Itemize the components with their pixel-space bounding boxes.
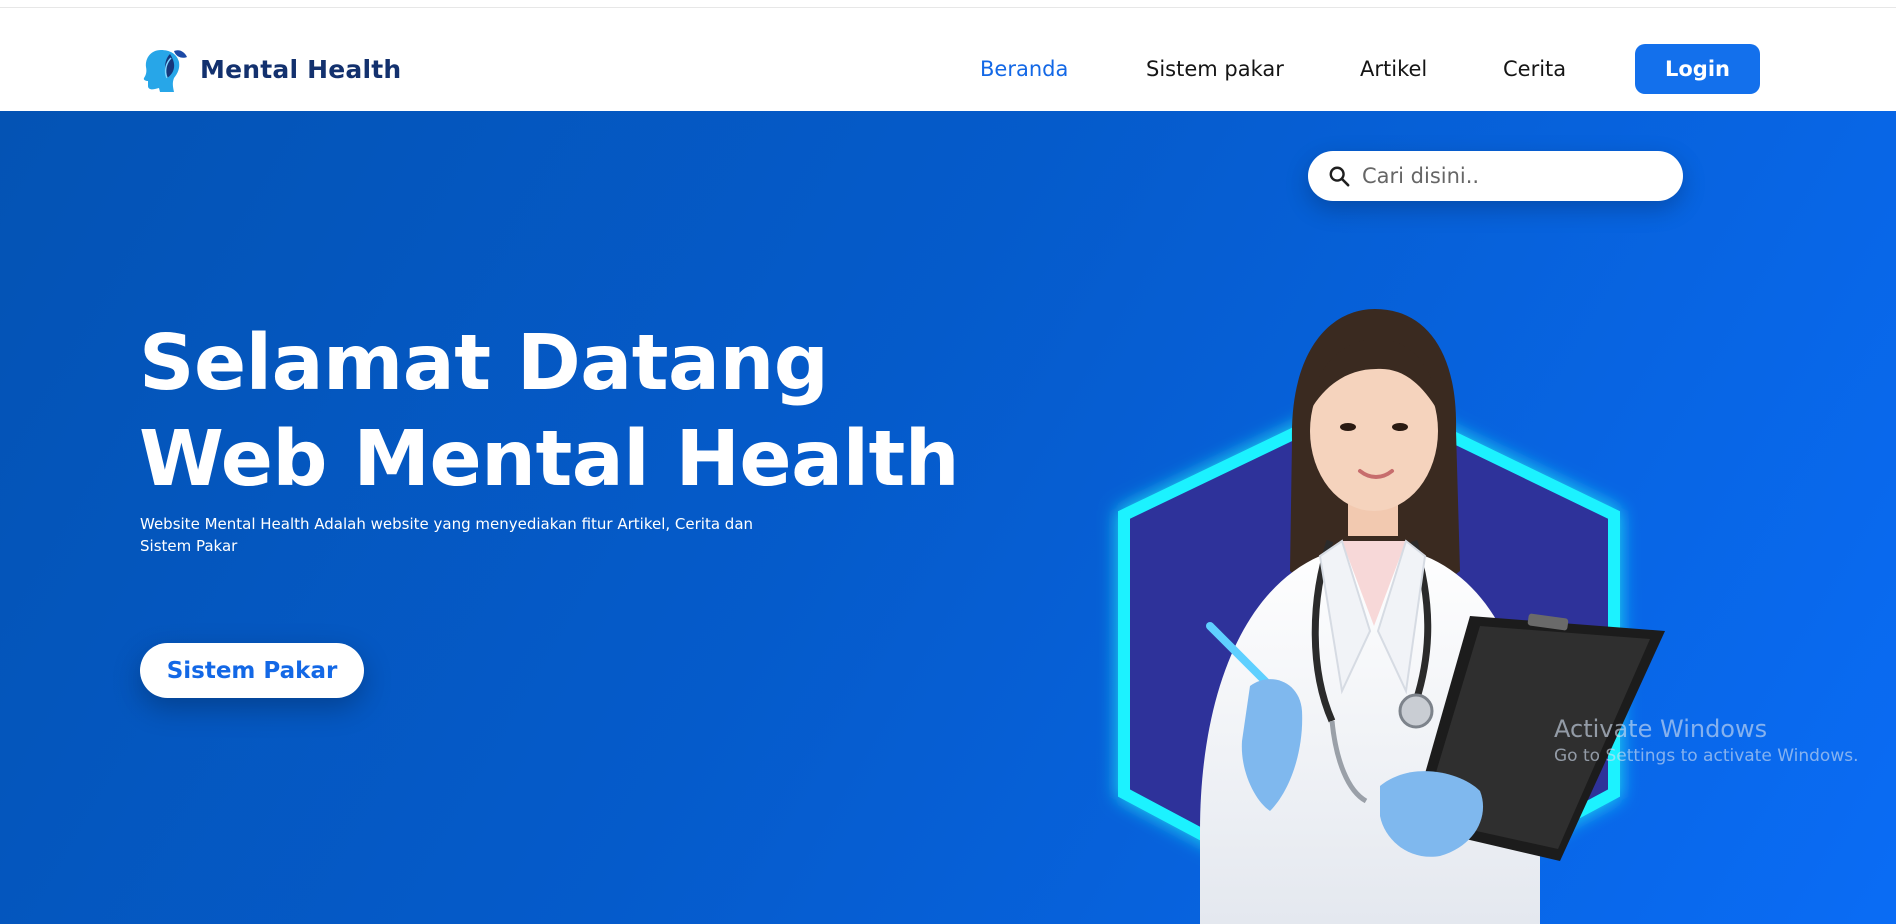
head-leaf-icon bbox=[143, 50, 187, 92]
brand[interactable]: Mental Health bbox=[140, 44, 401, 94]
hero-title-line-1: Selamat Datang bbox=[139, 319, 829, 408]
sistem-pakar-button[interactable]: Sistem Pakar bbox=[140, 643, 364, 698]
hero-title-line-2: Web Mental Health bbox=[139, 415, 960, 504]
top-strip bbox=[0, 0, 1896, 8]
search-input[interactable] bbox=[1362, 164, 1662, 188]
search-bar[interactable] bbox=[1308, 151, 1683, 201]
search-icon bbox=[1329, 166, 1350, 187]
nav-item-cerita[interactable]: Cerita bbox=[1503, 55, 1566, 83]
hero-section: Selamat Datang Web Mental Health Website… bbox=[0, 111, 1896, 924]
watermark-title: Activate Windows bbox=[1554, 715, 1768, 743]
watermark-subtitle: Go to Settings to activate Windows. bbox=[1554, 746, 1859, 766]
brand-name: Mental Health bbox=[200, 54, 402, 84]
nav-item-artikel[interactable]: Artikel bbox=[1360, 55, 1427, 83]
hero-title: Selamat Datang Web Mental Health bbox=[139, 316, 1039, 508]
windows-activation-watermark: Activate Windows Go to Settings to activ… bbox=[1554, 714, 1859, 768]
login-button[interactable]: Login bbox=[1635, 44, 1760, 94]
nav-item-sistem-pakar[interactable]: Sistem pakar bbox=[1146, 55, 1284, 83]
nav-item-beranda[interactable]: Beranda bbox=[980, 55, 1068, 83]
navbar: Mental Health Beranda Sistem pakar Artik… bbox=[0, 8, 1896, 111]
doctor-illustration bbox=[1118, 309, 1665, 924]
hero-description: Website Mental Health Adalah website yan… bbox=[140, 515, 754, 555]
